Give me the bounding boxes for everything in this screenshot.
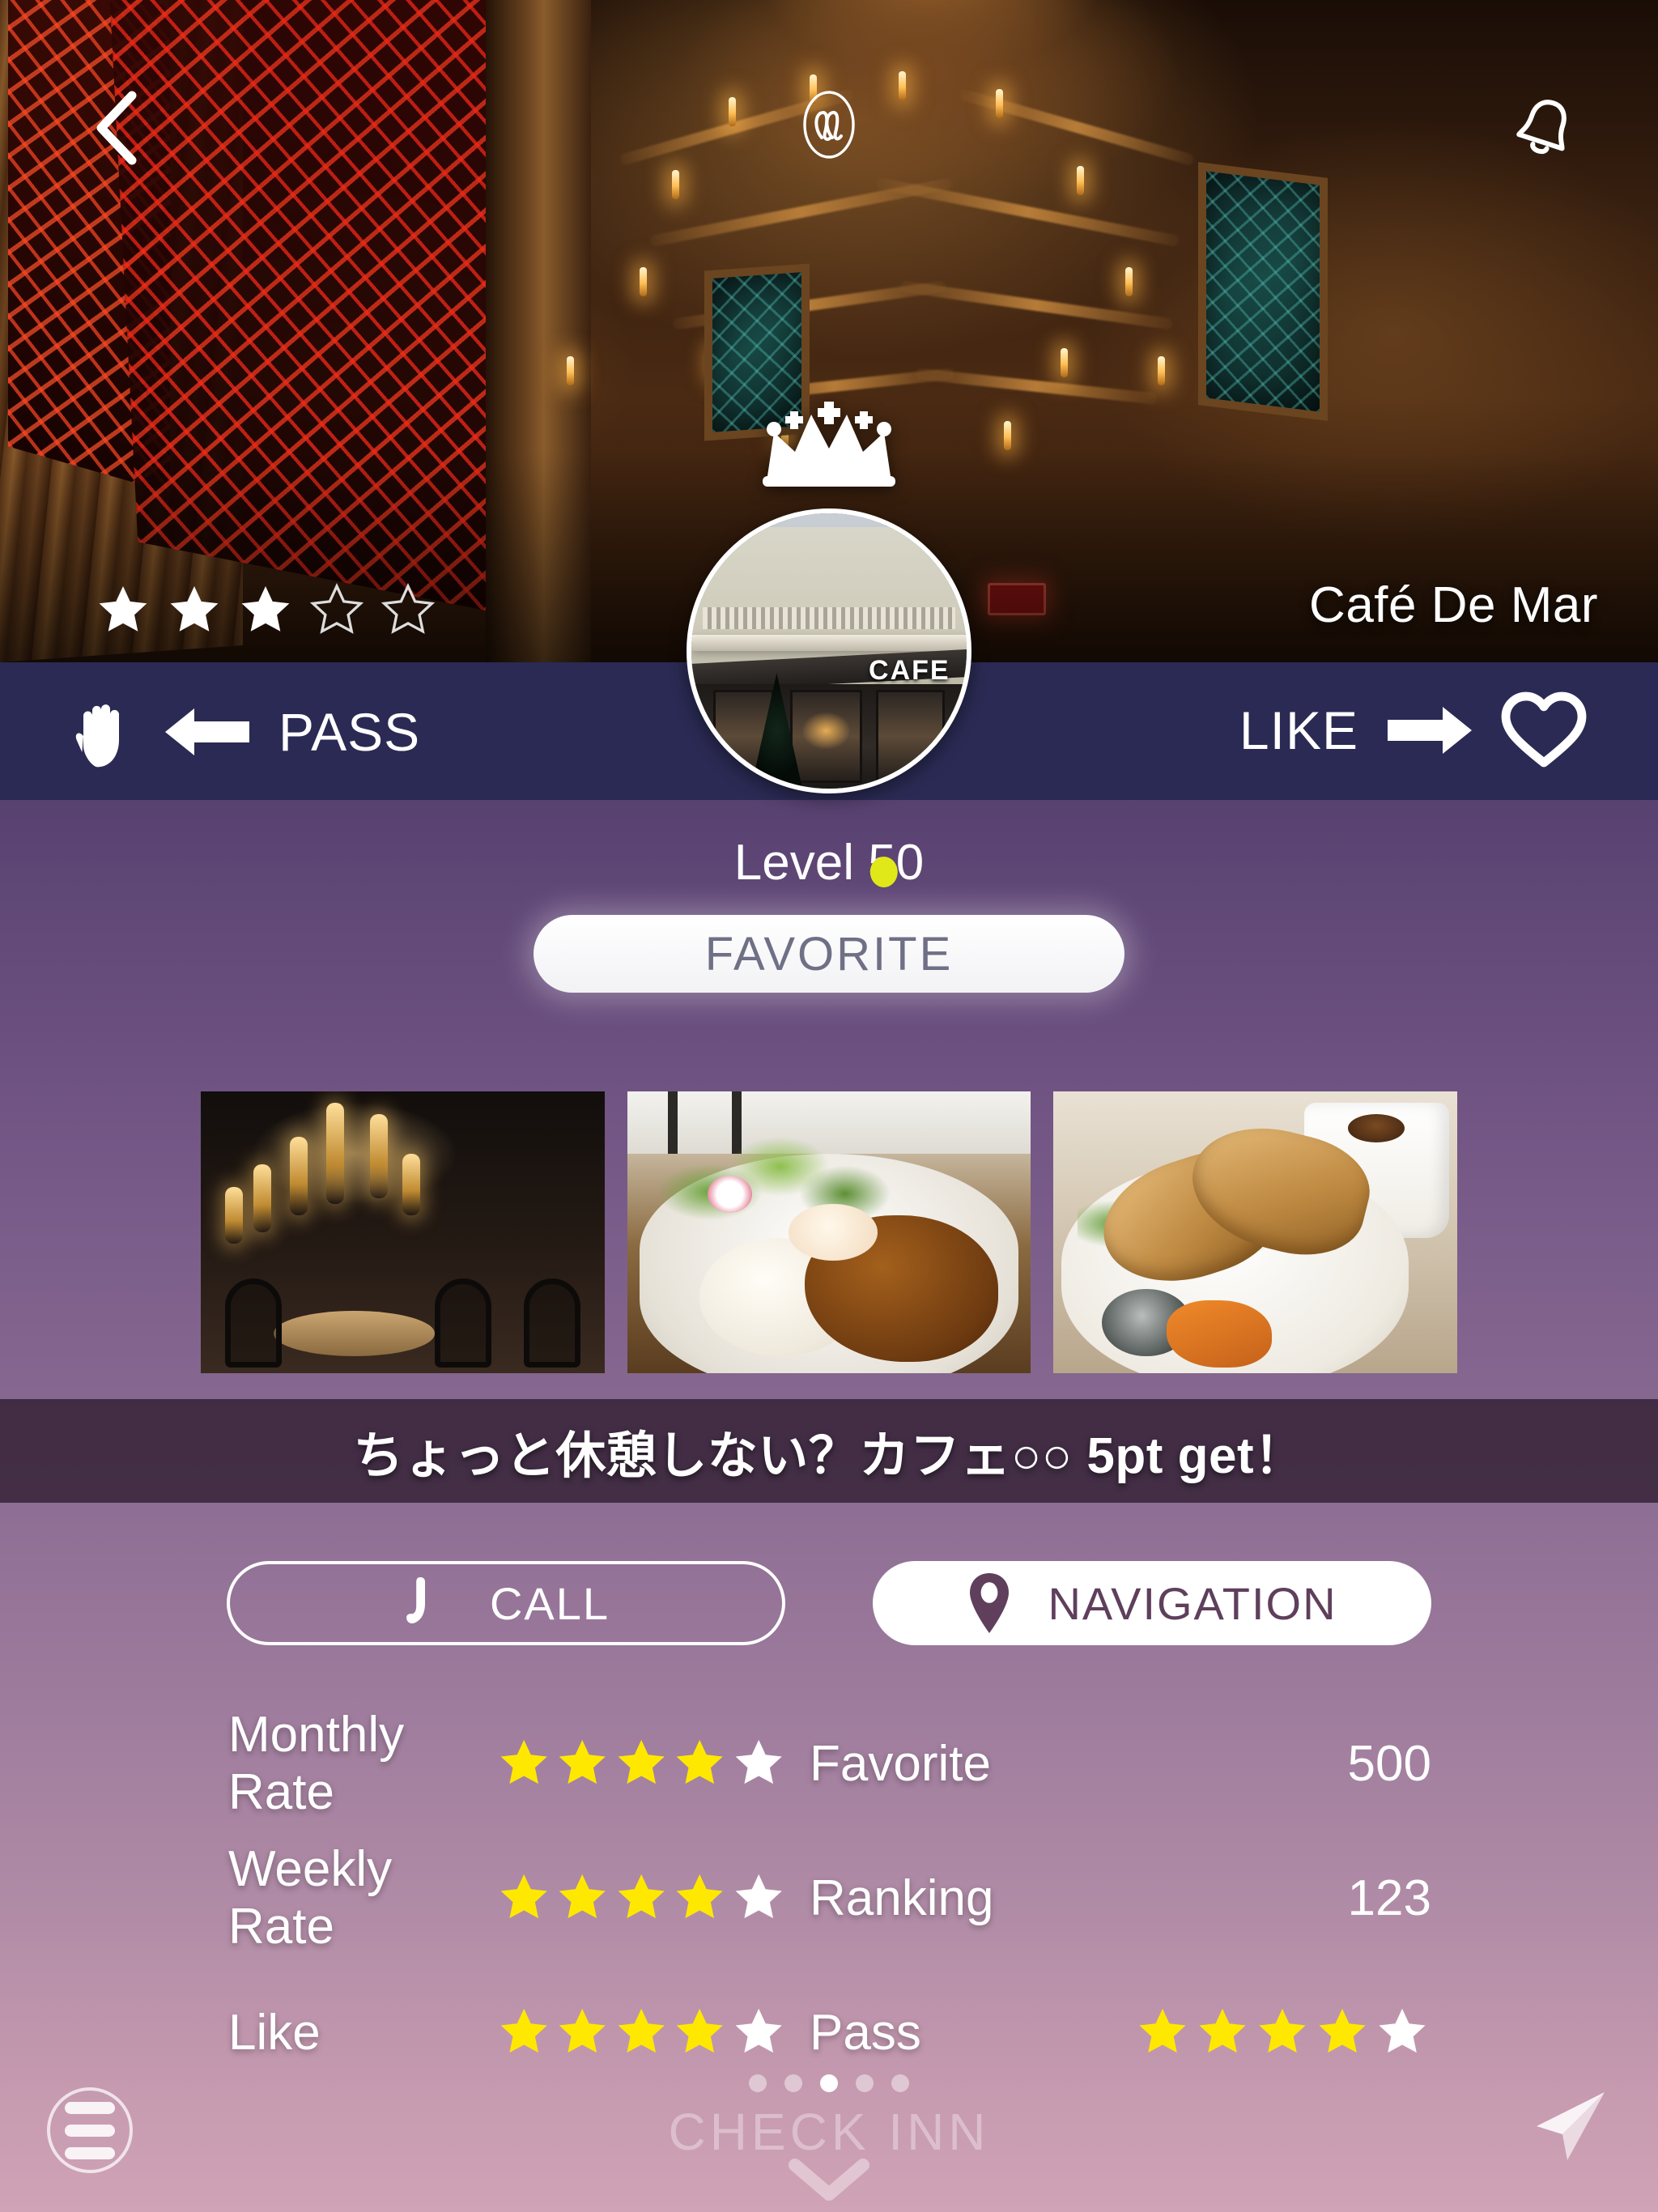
star-filled — [676, 1874, 724, 1919]
table-row: Monthly Rate Favorite 500 — [0, 1696, 1658, 1831]
star-filled — [559, 1874, 606, 1919]
avatar[interactable]: CAFE — [687, 508, 971, 793]
app-watermark: CHECK INN — [668, 2103, 990, 2161]
gallery-photo-sandwich[interactable] — [1053, 1091, 1458, 1373]
venue-name: Café De Mar — [1309, 577, 1598, 633]
hero-rating — [93, 581, 438, 640]
star-empty — [735, 1874, 782, 1919]
page-dot[interactable] — [784, 2074, 802, 2092]
hamburger-menu-icon — [65, 2101, 115, 2114]
stat-left-label: Monthly Rate — [228, 1707, 405, 1820]
gallery-photo-interior[interactable] — [201, 1091, 605, 1373]
map-pin-icon — [970, 1573, 1010, 1633]
hand-icon — [75, 704, 119, 768]
notifications-button[interactable] — [1507, 89, 1585, 167]
gallery-strip — [201, 1091, 1458, 1373]
promo-text: ちょっと休憩しない？カフェ○○ 5pt get！ — [353, 1428, 1305, 1484]
pass-label: PASS — [278, 702, 421, 762]
like-label: LIKE — [1239, 700, 1358, 760]
stat-right-value: 500 — [1347, 1735, 1431, 1792]
hamburger-menu-icon — [65, 2124, 115, 2137]
pass-action[interactable]: PASS — [71, 693, 420, 771]
paper-plane-icon[interactable] — [1524, 2081, 1613, 2170]
stats-table: Monthly Rate Favorite 500 Weekly Rate Ra… — [0, 1696, 1658, 2099]
level-indicator: Level 50 — [734, 834, 924, 891]
favorite-button[interactable]: FAVORITE — [534, 915, 1124, 993]
star-filled — [500, 1739, 547, 1784]
navigation-button-label: NAVIGATION — [1048, 1577, 1337, 1629]
hero-star-filled — [99, 586, 147, 632]
like-action[interactable]: LIKE — [1239, 691, 1587, 769]
brand-monogram-icon — [803, 91, 855, 159]
page-dot-active[interactable] — [820, 2074, 838, 2092]
heart-outline-icon — [1501, 691, 1587, 768]
star-filled — [559, 1739, 606, 1784]
stat-right-label: Ranking — [810, 1870, 994, 1926]
chevron-down-icon[interactable] — [780, 2155, 878, 2204]
crown-icon — [763, 402, 895, 487]
star-empty — [735, 1739, 782, 1784]
hamburger-menu-icon — [65, 2146, 115, 2159]
table-row: Weekly Rate Ranking 123 — [0, 1831, 1658, 1965]
avatar-cafe-sign: CAFE — [869, 655, 950, 687]
gallery-photo-dish[interactable] — [627, 1091, 1031, 1373]
hero-star-filled — [170, 586, 219, 632]
stat-right-value: 123 — [1347, 1870, 1431, 1926]
level-text: Level 50 — [733, 835, 925, 891]
hero-star-empty — [380, 583, 436, 634]
page-dot[interactable] — [856, 2074, 874, 2092]
app-root: Café De Mar CAFE PASS LIKE Level 50 FAVO… — [0, 0, 1658, 2212]
star-filled — [500, 1874, 547, 1919]
level-dot-marker — [869, 857, 898, 887]
star-filled — [618, 1739, 665, 1784]
page-indicator-dots[interactable] — [749, 2074, 909, 2092]
stat-right-label: Favorite — [810, 1735, 991, 1792]
arrow-right-icon — [1388, 707, 1472, 754]
brand-logo[interactable] — [792, 87, 866, 162]
hero-star-filled — [241, 586, 290, 632]
stat-left-stars — [495, 1735, 787, 1792]
action-buttons: CALL NAVIGATION — [0, 1561, 1658, 1645]
star-filled — [676, 1739, 724, 1784]
favorite-button-label: FAVORITE — [704, 927, 954, 981]
bell-icon — [1516, 100, 1567, 155]
navigation-button[interactable]: NAVIGATION — [873, 1561, 1431, 1645]
bottom-bar: CHECK INN — [0, 2050, 1658, 2212]
call-button[interactable]: CALL — [227, 1561, 785, 1645]
stat-left-label: Weekly Rate — [228, 1841, 393, 1955]
back-button[interactable] — [78, 89, 155, 167]
avatar-image: CAFE — [691, 513, 967, 789]
star-filled — [618, 1874, 665, 1919]
call-button-label: CALL — [489, 1577, 610, 1629]
arrow-left-icon — [165, 708, 249, 755]
hero-star-empty — [309, 583, 364, 634]
phone-icon — [406, 1577, 425, 1624]
hamburger-menu-button[interactable] — [47, 2087, 133, 2173]
page-dot[interactable] — [891, 2074, 909, 2092]
promo-banner[interactable]: ちょっと休憩しない？カフェ○○ 5pt get！ — [0, 1399, 1658, 1503]
chevron-left-icon — [96, 91, 137, 165]
page-dot[interactable] — [749, 2074, 767, 2092]
stat-left-stars — [495, 1870, 787, 1926]
